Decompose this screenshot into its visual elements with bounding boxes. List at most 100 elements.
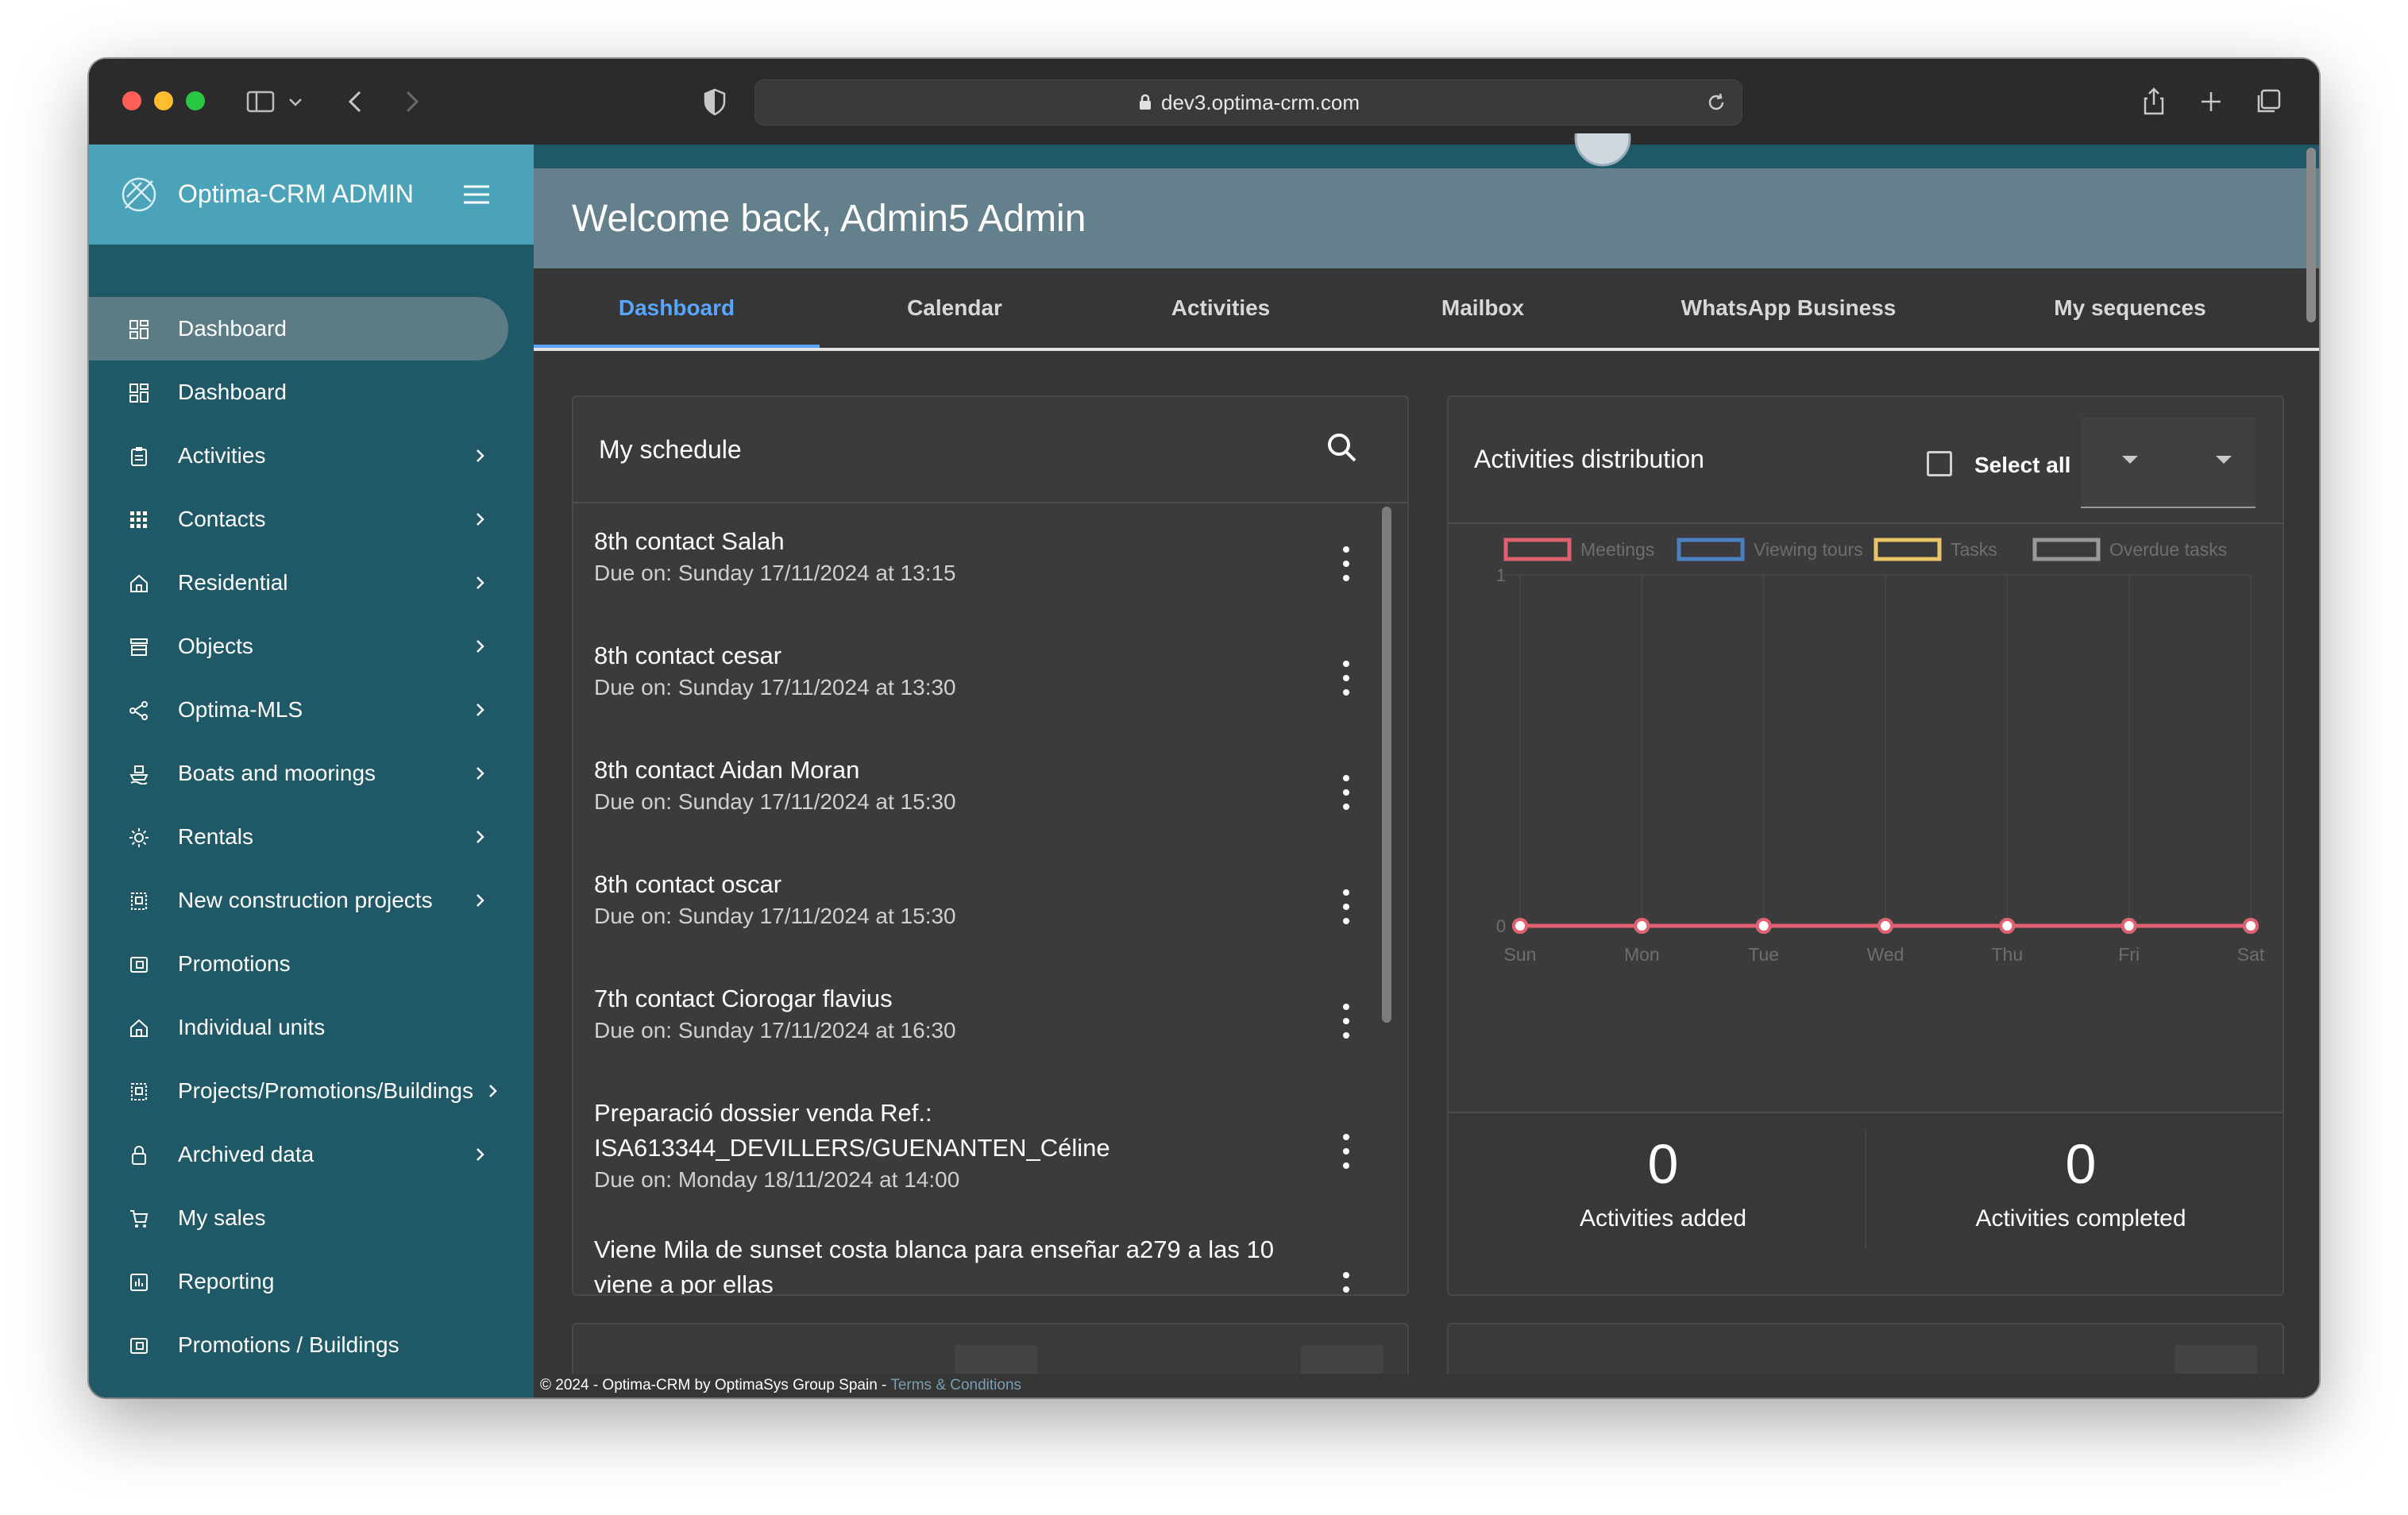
- sidebar-item-label: Boats and moorings: [178, 761, 376, 785]
- sidebar-toggle-icon[interactable]: [245, 86, 276, 118]
- chevron-right-icon: [477, 1148, 484, 1161]
- legend-label: Viewing tours: [1754, 539, 1863, 560]
- back-icon[interactable]: [340, 86, 372, 118]
- list-item[interactable]: 7th contact Ciorogar flavius Due on: Sun…: [573, 961, 1407, 1075]
- sidebar-item-promotions-buildings[interactable]: Promotions / Buildings: [89, 1313, 534, 1377]
- page-scrollbar[interactable]: [2306, 148, 2316, 322]
- terms-link[interactable]: Terms & Conditions: [890, 1377, 1021, 1394]
- reload-icon[interactable]: [1705, 91, 1727, 114]
- more-vert-icon[interactable]: [1334, 1269, 1358, 1294]
- building-icon: [131, 1083, 147, 1101]
- distribution-title: Activities distribution: [1474, 445, 1704, 473]
- activities-added-count: 0: [1647, 1133, 1679, 1195]
- data-point: [1512, 918, 1528, 934]
- minimize-window-button[interactable]: [154, 91, 173, 110]
- sidebar-item-rentals[interactable]: Rentals: [89, 805, 534, 869]
- sidebar-item-reporting[interactable]: Reporting: [89, 1250, 534, 1313]
- list-item[interactable]: 8th contact Aidan Moran Due on: Sunday 1…: [573, 732, 1407, 846]
- tab-calendar[interactable]: Calendar: [820, 268, 1090, 348]
- schedule-item-due: Due on: Sunday 17/11/2024 at 13:30: [594, 675, 956, 700]
- sidebar-item-label: Dashboard: [178, 380, 287, 404]
- promotion-icon: [130, 957, 148, 973]
- filter-dropdown[interactable]: [2081, 418, 2256, 508]
- list-item[interactable]: 8th contact Salah Due on: Sunday 17/11/2…: [573, 503, 1407, 618]
- more-vert-icon[interactable]: [1334, 772, 1358, 813]
- sidebar-item-label: Residential: [178, 570, 288, 595]
- lock-icon: [132, 1146, 146, 1165]
- x-tick-label: Sun: [1504, 944, 1537, 965]
- sidebar-nav: Dashboard Dashboard Activities Contacts …: [89, 297, 534, 1377]
- sidebar-item-promotions[interactable]: Promotions: [89, 932, 534, 996]
- sidebar-item-archived-data[interactable]: Archived data: [89, 1123, 534, 1186]
- sidebar-item-label: Optima-MLS: [178, 697, 303, 722]
- more-vert-icon[interactable]: [1334, 886, 1358, 927]
- forward-icon[interactable]: [396, 86, 427, 118]
- more-vert-icon[interactable]: [1334, 1000, 1358, 1042]
- select-all-checkbox[interactable]: [1927, 451, 1952, 476]
- close-window-button[interactable]: [122, 91, 141, 110]
- list-item[interactable]: Viene Mila de sunset costa blanca para e…: [573, 1213, 1407, 1294]
- chevron-down-icon[interactable]: [286, 86, 305, 118]
- tab-whatsapp-business[interactable]: WhatsApp Business: [1614, 268, 1963, 348]
- share-icon[interactable]: [2138, 86, 2170, 118]
- sidebar-item-dashboard-2[interactable]: Dashboard: [89, 360, 534, 424]
- sun-icon: [129, 828, 149, 847]
- tab-activities[interactable]: Activities: [1090, 268, 1352, 348]
- tab-my-sequences[interactable]: My sequences: [1963, 268, 2297, 348]
- legend-swatch: [2032, 538, 2101, 561]
- sidebar-item-label: Rentals: [178, 824, 253, 849]
- chevron-right-icon: [477, 831, 484, 843]
- sidebar-item-label: New construction projects: [178, 888, 433, 912]
- schedule-item-title: 8th contact Aidan Moran: [594, 756, 860, 784]
- sidebar-item-activities[interactable]: Activities: [89, 424, 534, 488]
- sidebar-item-projects-promotions-buildings[interactable]: Projects/Promotions/Buildings: [89, 1059, 534, 1123]
- sidebar-item-boats[interactable]: Boats and moorings: [89, 742, 534, 805]
- address-bar[interactable]: dev3.optima-crm.com: [754, 79, 1742, 125]
- chevron-right-icon: [477, 767, 484, 780]
- more-vert-icon[interactable]: [1334, 543, 1358, 584]
- sidebar-item-individual-units[interactable]: Individual units: [89, 996, 534, 1059]
- more-vert-icon[interactable]: [1334, 1131, 1358, 1172]
- sidebar-item-contacts[interactable]: Contacts: [89, 488, 534, 551]
- chevron-right-icon: [477, 576, 484, 589]
- browser-window: dev3.optima-crm.com Optima-CRM ADMIN Das…: [89, 59, 2319, 1397]
- list-item[interactable]: 8th contact cesar Due on: Sunday 17/11/2…: [573, 618, 1407, 732]
- data-point: [1634, 918, 1650, 934]
- data-point: [2243, 918, 2259, 934]
- search-icon[interactable]: [1323, 429, 1361, 467]
- list-item[interactable]: 8th contact oscar Due on: Sunday 17/11/2…: [573, 846, 1407, 961]
- data-point: [1877, 918, 1893, 934]
- schedule-item-due: Due on: Sunday 17/11/2024 at 15:30: [594, 904, 956, 928]
- promotion-icon: [130, 1338, 148, 1354]
- menu-icon[interactable]: [461, 181, 492, 208]
- tab-overview-icon[interactable]: [2252, 86, 2284, 118]
- caret-down-icon: [2216, 456, 2232, 464]
- data-point: [2121, 918, 2137, 934]
- top-strip: [534, 133, 2319, 168]
- schedule-item-title: 8th contact cesar: [594, 642, 782, 669]
- tab-dashboard[interactable]: Dashboard: [534, 268, 820, 348]
- activity-stats: 0 Activities added 0 Activities complete…: [1449, 1112, 2283, 1294]
- schedule-item-due: Due on: Sunday 17/11/2024 at 16:30: [594, 1018, 956, 1043]
- sidebar-item-dashboard[interactable]: Dashboard: [89, 297, 508, 360]
- zoom-window-button[interactable]: [186, 91, 205, 110]
- sidebar: Optima-CRM ADMIN Dashboard Dashboard Act…: [89, 145, 534, 1397]
- x-tick-label: Thu: [1992, 944, 2024, 965]
- x-tick-label: Tue: [1748, 944, 1779, 965]
- shield-icon[interactable]: [699, 86, 731, 118]
- caret-down-icon: [2122, 456, 2138, 464]
- main-content: Welcome back, Admin5 Admin Dashboard Cal…: [534, 133, 2319, 1397]
- tab-mailbox[interactable]: Mailbox: [1352, 268, 1614, 348]
- sidebar-item-my-sales[interactable]: My sales: [89, 1186, 534, 1250]
- list-item[interactable]: Preparació dossier venda Ref.: ISA613344…: [573, 1075, 1407, 1213]
- select-all-label[interactable]: Select all: [1974, 453, 2070, 478]
- chevron-right-icon: [477, 513, 484, 526]
- sidebar-item-objects[interactable]: Objects: [89, 615, 534, 678]
- more-vert-icon[interactable]: [1334, 657, 1358, 699]
- sidebar-item-optima-mls[interactable]: Optima-MLS: [89, 678, 534, 742]
- sidebar-item-label: Archived data: [178, 1142, 315, 1166]
- sidebar-item-residential[interactable]: Residential: [89, 551, 534, 615]
- sidebar-item-new-construction[interactable]: New construction projects: [89, 869, 534, 932]
- schedule-item-title: 7th contact Ciorogar flavius: [594, 985, 893, 1012]
- new-tab-icon[interactable]: [2195, 86, 2227, 118]
